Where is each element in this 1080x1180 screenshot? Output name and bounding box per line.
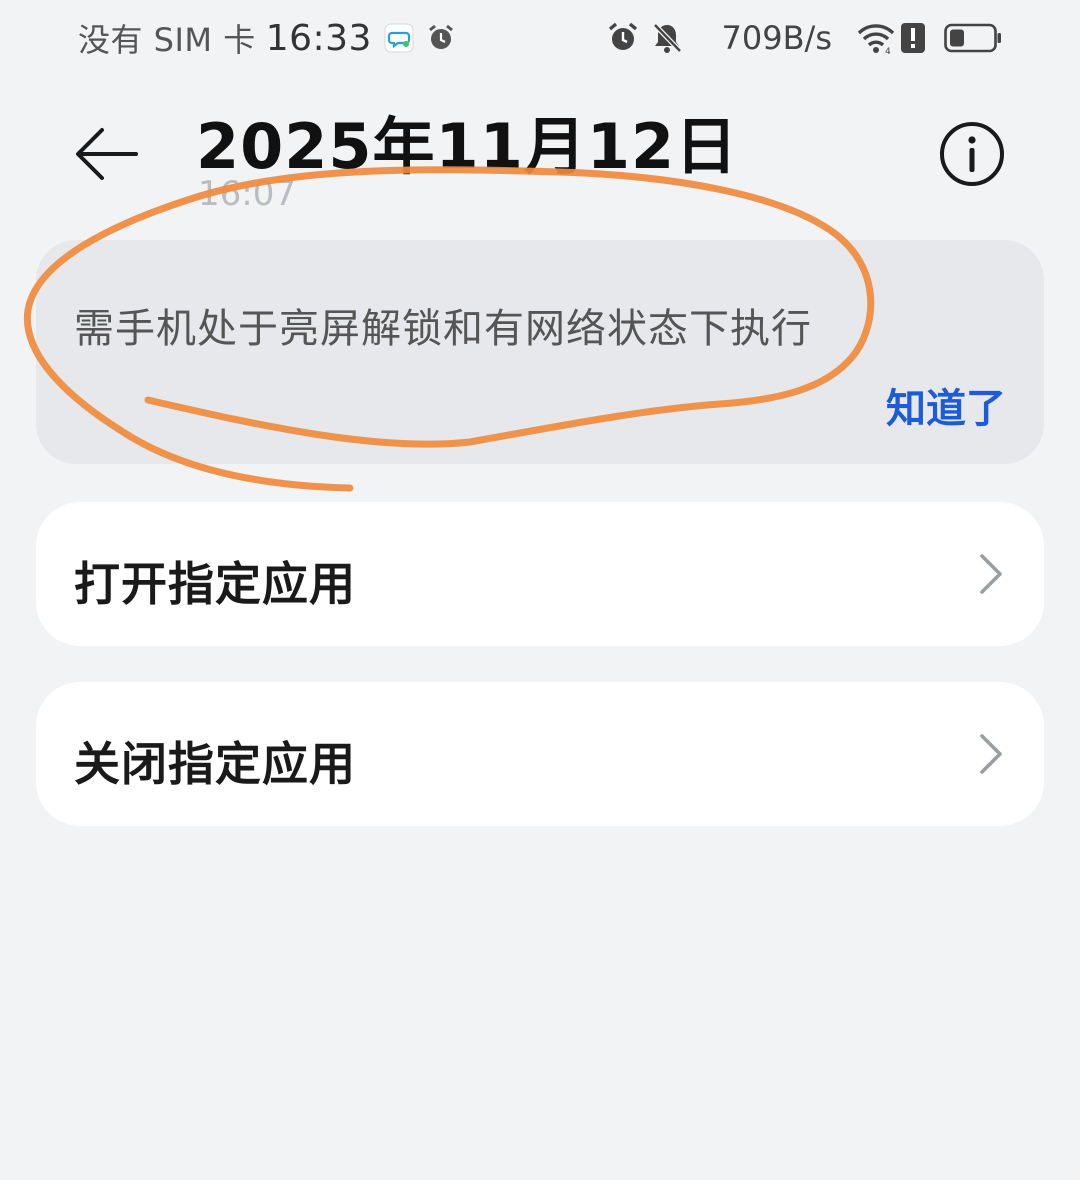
- svg-text:4: 4: [885, 47, 891, 55]
- mute-bell-icon: [650, 21, 684, 55]
- close-app-item[interactable]: 关闭指定应用: [36, 682, 1044, 826]
- message-icon: [384, 23, 414, 53]
- status-bar-right: 709B/s 4: [606, 14, 1002, 62]
- open-app-label: 打开指定应用: [74, 557, 356, 611]
- notice-message: 需手机处于亮屏解锁和有网络状态下执行: [74, 306, 812, 352]
- wifi-icon: 4: [856, 21, 895, 57]
- open-app-item[interactable]: 打开指定应用: [36, 502, 1044, 646]
- battery-icon: [944, 23, 1002, 53]
- alert-icon: [900, 21, 934, 55]
- notice-banner: 需手机处于亮屏解锁和有网络状态下执行 知道了: [36, 240, 1044, 464]
- network-speed: 709B/s: [721, 19, 832, 57]
- clock: 16:33: [265, 17, 372, 59]
- alarm-icon: [426, 23, 456, 53]
- notice-confirm-button[interactable]: 知道了: [886, 376, 1006, 434]
- status-bar: 没有 SIM 卡 16:33 709B/s 4: [0, 0, 1080, 76]
- page-title: 2025年11月12日: [196, 110, 739, 183]
- info-icon[interactable]: [938, 120, 1006, 188]
- back-arrow-icon[interactable]: [70, 116, 146, 192]
- page-subtitle: 16:07: [198, 174, 296, 214]
- alarm-icon: [606, 21, 640, 55]
- chevron-right-icon: [976, 730, 1006, 778]
- carrier-label: 没有 SIM 卡: [78, 21, 256, 59]
- close-app-label: 关闭指定应用: [74, 737, 356, 791]
- page-header: 2025年11月12日 16:07: [0, 76, 1080, 236]
- chevron-right-icon: [976, 550, 1006, 598]
- status-bar-left: 没有 SIM 卡 16:33: [78, 14, 456, 62]
- page: 没有 SIM 卡 16:33 709B/s 4 2025年11月12日 16:0…: [0, 0, 1080, 1180]
